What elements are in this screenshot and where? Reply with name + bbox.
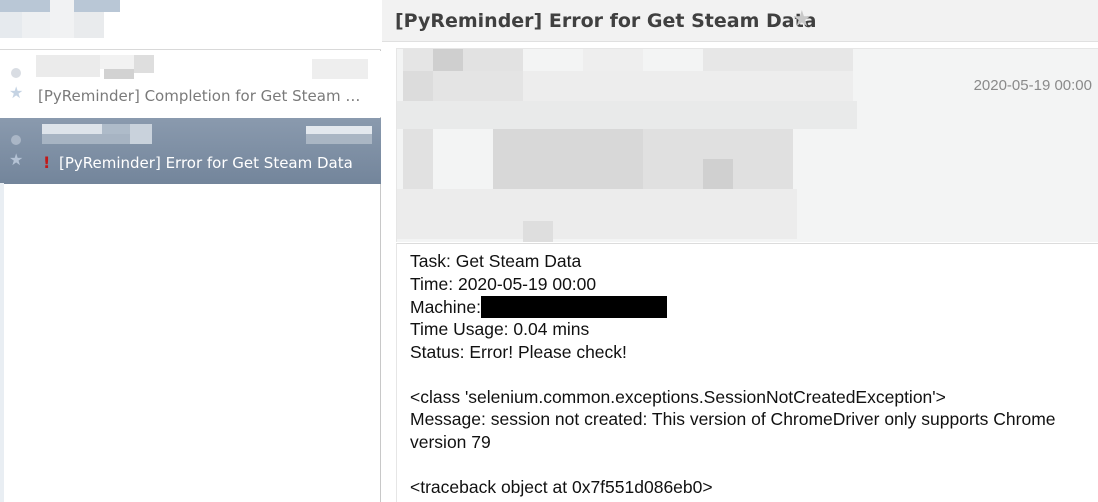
redacted-block bbox=[703, 159, 733, 189]
star-icon[interactable]: ★ bbox=[792, 8, 812, 32]
redacted-block bbox=[74, 12, 104, 38]
message-body: Task: Get Steam Data Time: 2020-05-19 00… bbox=[396, 243, 1098, 502]
redacted-block bbox=[0, 12, 22, 38]
body-exception-class: <class 'selenium.common.exceptions.Sessi… bbox=[410, 387, 946, 407]
message-date: 2020-05-19 00:00 bbox=[973, 77, 1092, 94]
body-time: Time: 2020-05-19 00:00 bbox=[410, 274, 597, 294]
message-title: [PyReminder] Error for Get Steam Data bbox=[395, 10, 817, 32]
unread-dot-icon[interactable] bbox=[11, 68, 21, 78]
body-traceback: <traceback object at 0x7f551d086eb0> bbox=[410, 477, 713, 497]
sender-redacted bbox=[104, 69, 134, 79]
redacted-block bbox=[583, 49, 643, 71]
redacted-block bbox=[493, 129, 643, 189]
redacted-block bbox=[50, 0, 74, 38]
redacted-block bbox=[403, 129, 433, 189]
date-redacted bbox=[312, 59, 368, 79]
exclamation-icon: ! bbox=[43, 153, 51, 172]
list-toolbar-redacted bbox=[0, 0, 381, 50]
star-icon[interactable]: ★ bbox=[9, 84, 23, 102]
body-machine-label: Machine: bbox=[410, 297, 482, 317]
redacted-block bbox=[703, 49, 853, 71]
redacted-block bbox=[403, 49, 433, 71]
body-status: Status: Error! Please check! bbox=[410, 342, 627, 362]
sender-redacted bbox=[134, 55, 154, 73]
date-redacted bbox=[306, 126, 372, 134]
sender-redacted bbox=[102, 124, 130, 134]
redacted-block bbox=[397, 101, 857, 129]
star-icon[interactable]: ★ bbox=[9, 151, 23, 169]
body-message-line-1: Message: session not created: This versi… bbox=[410, 409, 1056, 429]
sender-redacted bbox=[42, 124, 102, 134]
message-list-pane: ★ [PyReminder] Completion for Get Steam … bbox=[0, 0, 381, 502]
redacted-block bbox=[463, 49, 523, 71]
redacted-block bbox=[523, 71, 853, 101]
date-redacted bbox=[306, 134, 372, 144]
subject-bar: [PyReminder] Error for Get Steam Data ★ bbox=[382, 0, 1098, 42]
sender-redacted bbox=[100, 55, 134, 69]
body-time-usage: Time Usage: 0.04 mins bbox=[410, 319, 590, 339]
body-task: Task: Get Steam Data bbox=[410, 251, 582, 271]
body-message-line-2: version 79 bbox=[410, 432, 491, 452]
redacted-block bbox=[523, 221, 553, 242]
reading-pane: [PyReminder] Error for Get Steam Data ★ … bbox=[382, 0, 1098, 502]
message-subject: [PyReminder] Completion for Get Steam Da… bbox=[38, 87, 370, 105]
redacted-block bbox=[403, 71, 433, 101]
redacted-block bbox=[22, 12, 50, 38]
message-row-selected[interactable]: ★ ! [PyReminder] Error for Get Steam Dat… bbox=[0, 118, 381, 184]
message-header-redacted: 2020-05-19 00:00 bbox=[396, 48, 1098, 242]
message-row[interactable]: ★ [PyReminder] Completion for Get Steam … bbox=[0, 51, 381, 117]
redaction-bar bbox=[481, 296, 668, 318]
list-edge bbox=[0, 183, 4, 502]
sender-redacted bbox=[130, 124, 152, 144]
sender-redacted bbox=[36, 55, 100, 77]
redacted-block bbox=[433, 71, 523, 101]
body-machine-line: Machine: bbox=[410, 296, 668, 318]
unread-dot-icon[interactable] bbox=[11, 135, 21, 145]
message-subject: [PyReminder] Error for Get Steam Data bbox=[59, 154, 353, 172]
redacted-block bbox=[433, 49, 463, 71]
redacted-block bbox=[397, 189, 797, 239]
